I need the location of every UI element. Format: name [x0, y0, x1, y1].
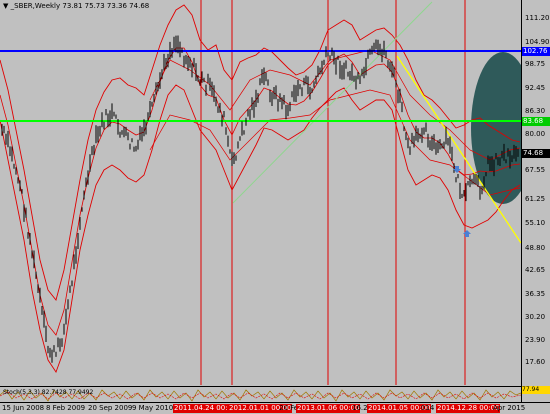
date-label: Apr 2015: [493, 404, 526, 412]
price-bars: [1, 35, 519, 363]
date-label: 16.2: [352, 404, 368, 412]
chart-window: ▼ _SBER,Weekly 73.81 75.73 73.36 74.68 S…: [0, 0, 550, 414]
price-tick: 80.00: [525, 130, 546, 138]
ohlc-values: 73.81 75.73 73.36 74.68: [62, 2, 150, 10]
price-tick: 36.35: [525, 290, 546, 298]
current-price-tag: 74.68: [522, 149, 550, 158]
date-label: 014: [421, 404, 435, 412]
blue-line-price-tag: 102.76: [522, 47, 550, 56]
price-chart-pane[interactable]: ▼ _SBER,Weekly 73.81 75.73 73.36 74.68: [0, 0, 521, 385]
green-line-price-tag: 83.68: [522, 117, 550, 126]
date-label: 9 May 2010: [132, 404, 174, 412]
price-tick: 61.25: [525, 195, 546, 203]
symbol-label: _SBER,Weekly: [10, 2, 61, 10]
price-tick: 98.75: [525, 60, 546, 68]
vertical-line-date-tag: 2014.12.28 00:00: [436, 404, 501, 413]
price-tick: 30.20: [525, 313, 546, 321]
price-tick: 86.30: [525, 107, 546, 115]
price-tick: 55.10: [525, 219, 546, 227]
vertical-line-date-tag: 2013.01.06 00:00: [296, 404, 361, 413]
time-axis[interactable]: 15 Jun 2008 8 Feb 2009 20 Sep 2009 9 May…: [0, 402, 550, 414]
oscillator-title: Stoch(5,3,3) 82.7428 77.9492: [3, 389, 94, 396]
price-tick: 42.65: [525, 266, 546, 274]
price-tick: 17.60: [525, 358, 546, 366]
price-tick: 92.45: [525, 84, 546, 92]
triangle-down-icon[interactable]: ▼: [3, 2, 8, 10]
vertical-markers: [200, 0, 466, 385]
price-tick: 23.90: [525, 336, 546, 344]
oscillator-value-tag: 77.94: [522, 386, 550, 394]
date-label: 8 Feb 2009: [46, 404, 86, 412]
price-axis[interactable]: 111.20 104.90 98.75 92.45 86.30 80.00 67…: [521, 0, 550, 402]
date-label: 20 Sep 2009: [88, 404, 133, 412]
arrow-up-icon: [463, 230, 471, 237]
oscillator-pane[interactable]: Stoch(5,3,3) 82.7428 77.9492: [0, 386, 521, 403]
price-tick: 111.20: [525, 14, 550, 22]
price-chart-svg: [0, 0, 521, 385]
price-tick: 104.90: [525, 38, 550, 46]
price-tick: 67.55: [525, 166, 546, 174]
price-tick: 48.80: [525, 244, 546, 252]
chart-title: ▼ _SBER,Weekly 73.81 75.73 73.36 74.68: [3, 2, 149, 10]
date-label: 15 Jun 2008: [2, 404, 45, 412]
band-upper: [0, 4, 521, 301]
